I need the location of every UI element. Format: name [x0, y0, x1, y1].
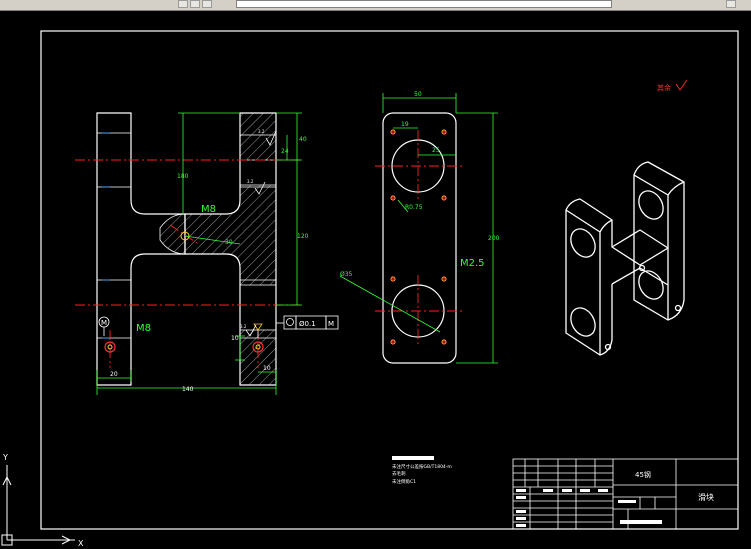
dim-24: 24: [281, 148, 289, 155]
dim-20: 20: [110, 371, 118, 378]
thread-label-m25: M2.5: [460, 258, 485, 269]
dim-40: 40: [299, 136, 307, 143]
roughness-note: 其余: [657, 83, 671, 92]
dim-140: 140: [182, 386, 194, 393]
svg-text:3.2: 3.2: [258, 129, 265, 134]
layer-icon[interactable]: [178, 0, 188, 8]
section-hatch-web: [159, 184, 277, 286]
dim-50: 50: [414, 91, 422, 98]
dim-19: 19: [401, 121, 409, 128]
ucs-icon: [1, 465, 75, 546]
tolerance-frame: Ø0.1 M: [276, 315, 339, 330]
svg-text:3.2: 3.2: [240, 324, 247, 329]
datum-symbol-left: M: [98, 316, 110, 336]
note-line-1: 未注尺寸公差按GB/T1804-m: [392, 463, 452, 470]
note-line-2: 去毛刺: [392, 470, 406, 477]
thread-label-m8-center: M8: [201, 204, 216, 215]
dim-25: 25: [432, 147, 440, 154]
cad-canvas[interactable]: 40 24 180 120 30 20 140 10 10 M8 M8 M Ø0…: [0, 10, 751, 549]
side-view-outline: [382, 112, 457, 364]
dim-10-side: 10: [231, 335, 239, 342]
ucs-x-label: X: [78, 539, 84, 548]
dim-r075: R0.75: [405, 204, 423, 211]
isometric-view: [565, 161, 685, 356]
roughness-note-symbol: [675, 79, 688, 91]
lock-icon[interactable]: [202, 0, 212, 8]
technical-notes: 未注尺寸公差按GB/T1804-m 去毛刺 未注倒角C1: [392, 456, 452, 485]
dim-200: 200: [488, 235, 500, 242]
svg-text:3.2: 3.2: [247, 179, 254, 184]
ucs-y-label: Y: [2, 453, 8, 462]
layer-dropdown[interactable]: [236, 0, 612, 8]
sun-icon[interactable]: [190, 0, 200, 8]
dim-30: 30: [225, 239, 233, 246]
note-line-3: 未注倒角C1: [392, 478, 416, 485]
tolerance-value: Ø0.1: [299, 320, 316, 328]
dim-120: 120: [297, 233, 309, 240]
dim-180: 180: [177, 173, 189, 180]
dropdown-arrow-icon[interactable]: [726, 0, 736, 8]
tolerance-datum: M: [328, 320, 334, 328]
svg-text:M: M: [101, 319, 107, 327]
section-hatch-top: [239, 112, 277, 161]
thread-label-m8-lower: M8: [136, 323, 151, 334]
front-view: 40 24 180 120 30 20 140 10 10 M8 M8 M Ø0…: [75, 112, 339, 395]
material-label: 45钢: [635, 470, 651, 479]
dim-dia35: Ø35: [340, 271, 353, 278]
dim-10-bottom: 10: [263, 365, 271, 372]
side-view: 50 19 25 R0.75 200 Ø35 M2.5: [339, 91, 500, 364]
part-name-label: 滑块: [698, 492, 714, 502]
